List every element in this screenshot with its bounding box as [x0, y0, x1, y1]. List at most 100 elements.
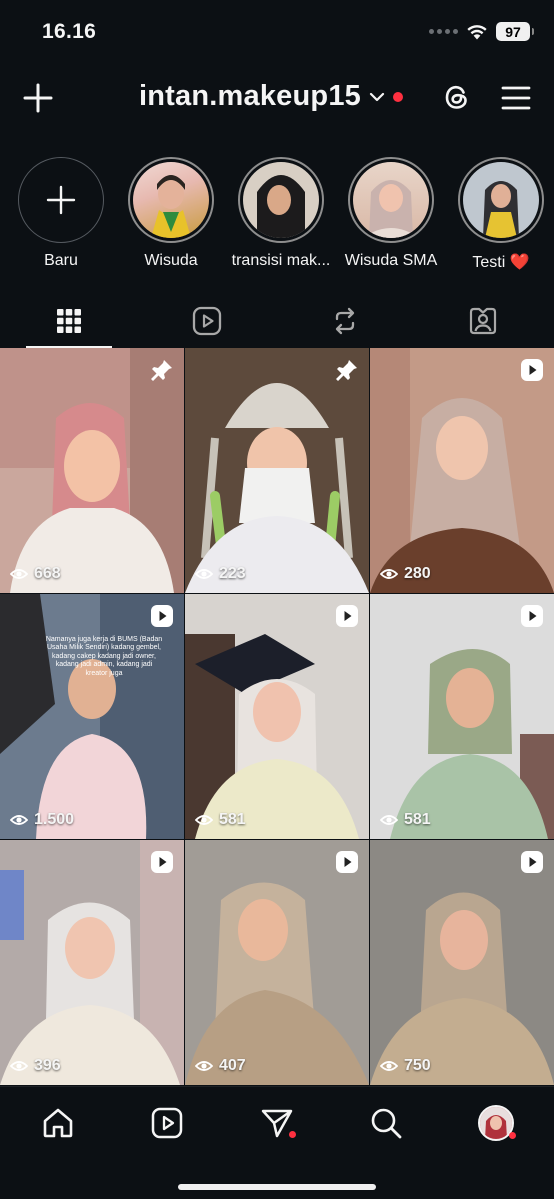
status-icons: 97 [429, 22, 534, 41]
search-icon [371, 1108, 402, 1139]
profile-username: intan.makeup15 [139, 80, 361, 112]
post-overlay-caption: Namanya juga kerja di BUMS (Badan Usaha … [45, 636, 163, 677]
view-count-label: 581 [219, 811, 246, 828]
eye-icon [10, 1061, 28, 1071]
post-thumbnail[interactable]: 407 [185, 840, 369, 1085]
reel-icon [521, 851, 543, 873]
tab-reels[interactable] [138, 294, 276, 348]
post-thumbnail[interactable]: 581 [185, 594, 369, 839]
view-count-label: 223 [219, 565, 246, 582]
eye-icon [195, 815, 213, 825]
highlight-cover-image [133, 162, 209, 238]
profile-tabs [0, 294, 554, 348]
eye-icon [380, 815, 398, 825]
highlight-transisi[interactable]: transisi mak... [231, 152, 331, 270]
new-highlight-ring [18, 157, 104, 243]
reels-icon [151, 1107, 183, 1139]
view-count: 668 [10, 565, 61, 583]
eye-icon [10, 569, 28, 579]
post-thumbnail[interactable]: 581 [370, 594, 554, 839]
reels-icon [192, 306, 222, 336]
post-image [370, 594, 554, 839]
view-count: 581 [195, 811, 246, 829]
view-count: 407 [195, 1057, 246, 1075]
threads-icon[interactable] [440, 80, 474, 114]
eye-icon [380, 569, 398, 579]
post-thumbnail[interactable]: 280 [370, 348, 554, 593]
view-count-label: 396 [34, 1057, 61, 1074]
status-time: 16.16 [42, 20, 97, 43]
highlight-testi[interactable]: Testi ❤️ [451, 152, 551, 272]
view-count-label: 581 [404, 811, 431, 828]
reel-icon [521, 359, 543, 381]
status-bar: 16.16 97 [0, 0, 554, 66]
wifi-icon [467, 25, 487, 40]
home-icon [43, 1108, 73, 1138]
bottom-navigation [0, 1086, 554, 1199]
highlight-new[interactable]: Baru [11, 152, 111, 270]
post-image [185, 348, 369, 593]
reel-icon [521, 605, 543, 627]
story-highlights: Baru Wisuda transisi mak... Wisuda SMA T… [0, 152, 554, 282]
highlight-cover-image [243, 162, 319, 238]
highlight-label: Wisuda [144, 252, 198, 269]
nav-direct-messages[interactable] [255, 1101, 299, 1145]
hamburger-menu-icon[interactable] [500, 82, 532, 114]
profile-header: intan.makeup15 [0, 66, 554, 132]
tab-tagged[interactable] [414, 294, 552, 348]
highlight-label: Testi ❤️ [472, 254, 530, 271]
posts-grid: 668 223 280 Namanya juga kerja di BUMS (… [0, 348, 554, 1086]
view-count: 280 [380, 565, 431, 583]
account-switcher[interactable]: intan.makeup15 [139, 80, 403, 113]
view-count-label: 668 [34, 565, 61, 582]
repost-icon [335, 307, 355, 335]
reel-icon [336, 851, 358, 873]
view-count: 750 [380, 1057, 431, 1075]
notification-dot [509, 1132, 516, 1139]
eye-icon [10, 815, 28, 825]
nav-profile[interactable] [474, 1101, 518, 1145]
nav-search[interactable] [364, 1101, 408, 1145]
post-image [370, 840, 554, 1085]
highlight-cover-image [463, 162, 539, 238]
post-thumbnail[interactable]: 396 [0, 840, 184, 1085]
view-count: 581 [380, 811, 431, 829]
view-count-label: 1.500 [34, 811, 75, 828]
post-image [185, 594, 369, 839]
tab-reposts[interactable] [276, 294, 414, 348]
pin-icon [336, 360, 357, 381]
post-image [0, 840, 184, 1085]
post-thumbnail[interactable]: 223 [185, 348, 369, 593]
highlight-wisuda-sma[interactable]: Wisuda SMA [341, 152, 441, 270]
eye-icon [195, 1061, 213, 1071]
post-image [0, 348, 184, 593]
reel-icon [151, 851, 173, 873]
view-count-label: 750 [404, 1057, 431, 1074]
post-thumbnail[interactable]: Namanya juga kerja di BUMS (Badan Usaha … [0, 594, 184, 839]
reel-icon [336, 605, 358, 627]
notification-dot [289, 1131, 296, 1138]
plus-icon [46, 185, 76, 215]
eye-icon [195, 569, 213, 579]
grid-icon [57, 309, 81, 333]
highlight-cover-image [353, 162, 429, 238]
nav-reels[interactable] [145, 1101, 189, 1145]
chevron-down-icon [369, 92, 385, 101]
view-count: 1.500 [10, 811, 74, 829]
nav-home[interactable] [36, 1101, 80, 1145]
home-indicator [178, 1184, 376, 1190]
view-count: 223 [195, 565, 246, 583]
post-thumbnail[interactable]: 750 [370, 840, 554, 1085]
pin-icon [151, 360, 172, 381]
highlight-wisuda[interactable]: Wisuda [121, 152, 221, 270]
highlight-label: Wisuda SMA [344, 252, 438, 269]
create-plus-icon[interactable] [20, 80, 56, 116]
cellular-signal-icon [429, 29, 458, 34]
post-thumbnail[interactable]: 668 [0, 348, 184, 593]
tab-posts-grid[interactable] [0, 294, 138, 348]
post-image [370, 348, 554, 593]
notification-dot [393, 91, 403, 102]
view-count: 396 [10, 1057, 61, 1075]
battery-icon: 97 [496, 22, 534, 41]
tagged-person-icon [469, 307, 497, 335]
